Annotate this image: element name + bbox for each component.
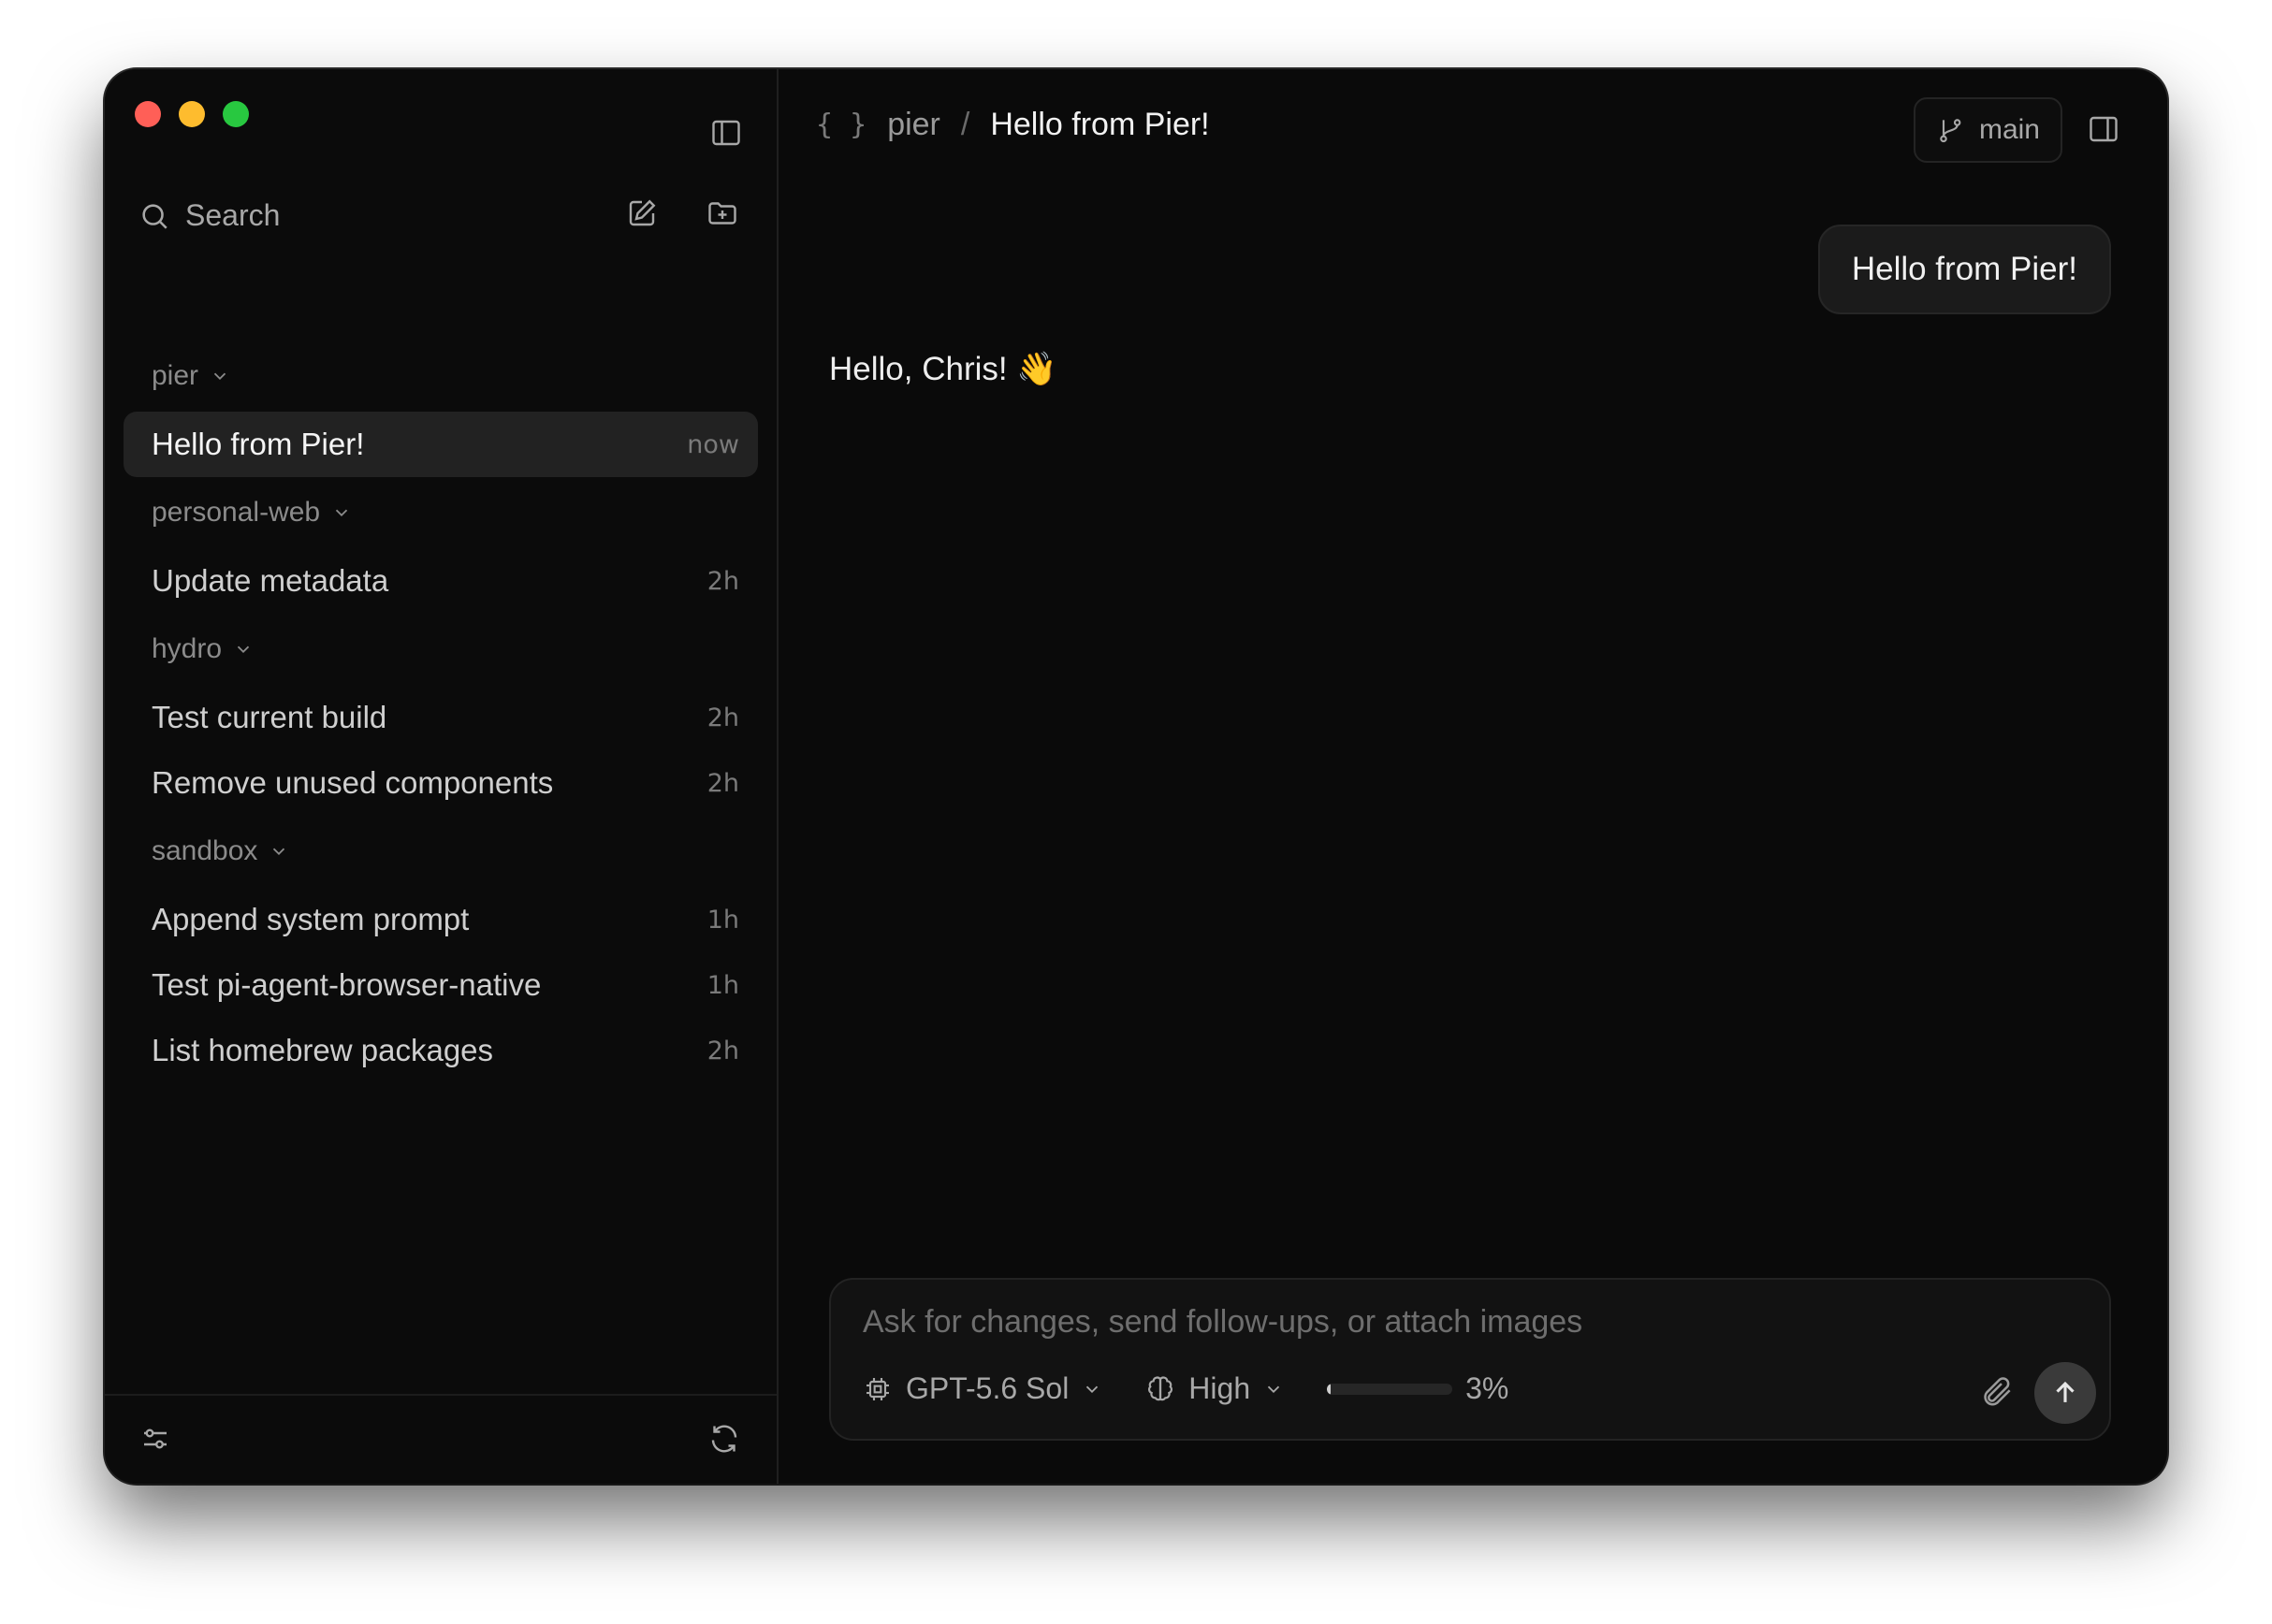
page-title: Hello from Pier! xyxy=(990,107,1210,142)
app-window: Search pier Hello from Pier! now persona… xyxy=(105,69,2167,1484)
model-select[interactable]: GPT-5.6 Sol xyxy=(863,1371,1102,1406)
cpu-icon xyxy=(867,1377,889,1400)
list-item[interactable]: Remove unused components 2h xyxy=(124,750,758,816)
paperclip-icon xyxy=(1984,1377,2011,1406)
arrow-up-icon xyxy=(2056,1381,2075,1402)
sidebar-left-icon xyxy=(712,120,740,146)
search-label: Search xyxy=(185,198,281,232)
list-item[interactable]: Update metadata 2h xyxy=(124,548,758,614)
chevron-down-icon xyxy=(213,372,226,381)
branch-button[interactable]: main xyxy=(1913,97,2062,163)
sidebar: Search pier Hello from Pier! now persona… xyxy=(105,69,779,1484)
new-chat-button[interactable] xyxy=(619,191,664,236)
model-label: GPT-5.6 Sol xyxy=(906,1371,1070,1405)
group-header-hydro[interactable]: hydro xyxy=(124,614,758,685)
refresh-icon xyxy=(711,1425,737,1453)
composer-controls: GPT-5.6 Sol High 3% xyxy=(863,1371,1508,1406)
list-item[interactable]: Test pi-agent-browser-native 1h xyxy=(124,952,758,1018)
refresh-button[interactable] xyxy=(702,1416,747,1461)
sidebar-right-icon xyxy=(2090,116,2118,142)
reasoning-label: High xyxy=(1188,1371,1251,1405)
chevron-down-icon xyxy=(335,509,348,517)
conversation-list: pier Hello from Pier! now personal-web U… xyxy=(124,341,758,1083)
breadcrumb-separator: / xyxy=(960,107,970,142)
close-window-button[interactable] xyxy=(135,101,161,127)
chevron-down-icon xyxy=(273,848,285,856)
window-controls xyxy=(135,101,249,127)
context-usage-fill xyxy=(1327,1383,1332,1395)
search-icon xyxy=(142,203,167,229)
group-header-sandbox[interactable]: sandbox xyxy=(124,816,758,887)
settings-button[interactable] xyxy=(133,1416,178,1461)
breadcrumb: { } pier / Hello from Pier! xyxy=(816,107,1210,143)
context-usage-bar xyxy=(1327,1383,1453,1395)
chevron-down-icon xyxy=(1086,1385,1099,1393)
chevron-down-icon xyxy=(1267,1385,1280,1393)
list-item[interactable]: Append system prompt 1h xyxy=(124,887,758,952)
sidebar-footer xyxy=(105,1394,777,1484)
context-usage-label: 3% xyxy=(1465,1371,1509,1405)
group-header-pier[interactable]: pier xyxy=(124,341,758,412)
breadcrumb-project[interactable]: pier xyxy=(887,107,940,143)
attach-button[interactable] xyxy=(1980,1373,2016,1414)
compose-icon xyxy=(629,199,656,226)
maximize-window-button[interactable] xyxy=(223,101,249,127)
branch-label: main xyxy=(1978,114,2040,145)
search-button[interactable]: Search xyxy=(138,198,280,233)
list-item[interactable]: List homebrew packages 2h xyxy=(124,1018,758,1083)
code-braces-icon: { } xyxy=(816,109,867,141)
message-input[interactable]: Ask for changes, send follow-ups, or att… xyxy=(863,1304,1582,1341)
new-folder-button[interactable] xyxy=(700,191,745,236)
sliders-icon xyxy=(144,1428,167,1449)
git-branch-icon xyxy=(1940,119,1961,143)
reasoning-select[interactable]: High xyxy=(1145,1371,1284,1406)
toggle-right-panel-button[interactable] xyxy=(2081,107,2126,152)
toggle-sidebar-button[interactable] xyxy=(704,110,749,155)
composer: Ask for changes, send follow-ups, or att… xyxy=(829,1278,2111,1441)
folder-plus-icon xyxy=(708,202,736,225)
assistant-message: Hello, Chris! 👋 xyxy=(829,351,1057,387)
brain-icon xyxy=(1148,1375,1173,1400)
group-header-personal-web[interactable]: personal-web xyxy=(124,477,758,548)
minimize-window-button[interactable] xyxy=(179,101,205,127)
main-panel: { } pier / Hello from Pier! main Hello f… xyxy=(779,69,2167,1484)
send-button[interactable] xyxy=(2034,1362,2096,1424)
chevron-down-icon xyxy=(237,645,250,654)
list-item[interactable]: Hello from Pier! now xyxy=(124,412,758,477)
user-message: Hello from Pier! xyxy=(1817,225,2111,314)
list-item[interactable]: Test current build 2h xyxy=(124,685,758,750)
